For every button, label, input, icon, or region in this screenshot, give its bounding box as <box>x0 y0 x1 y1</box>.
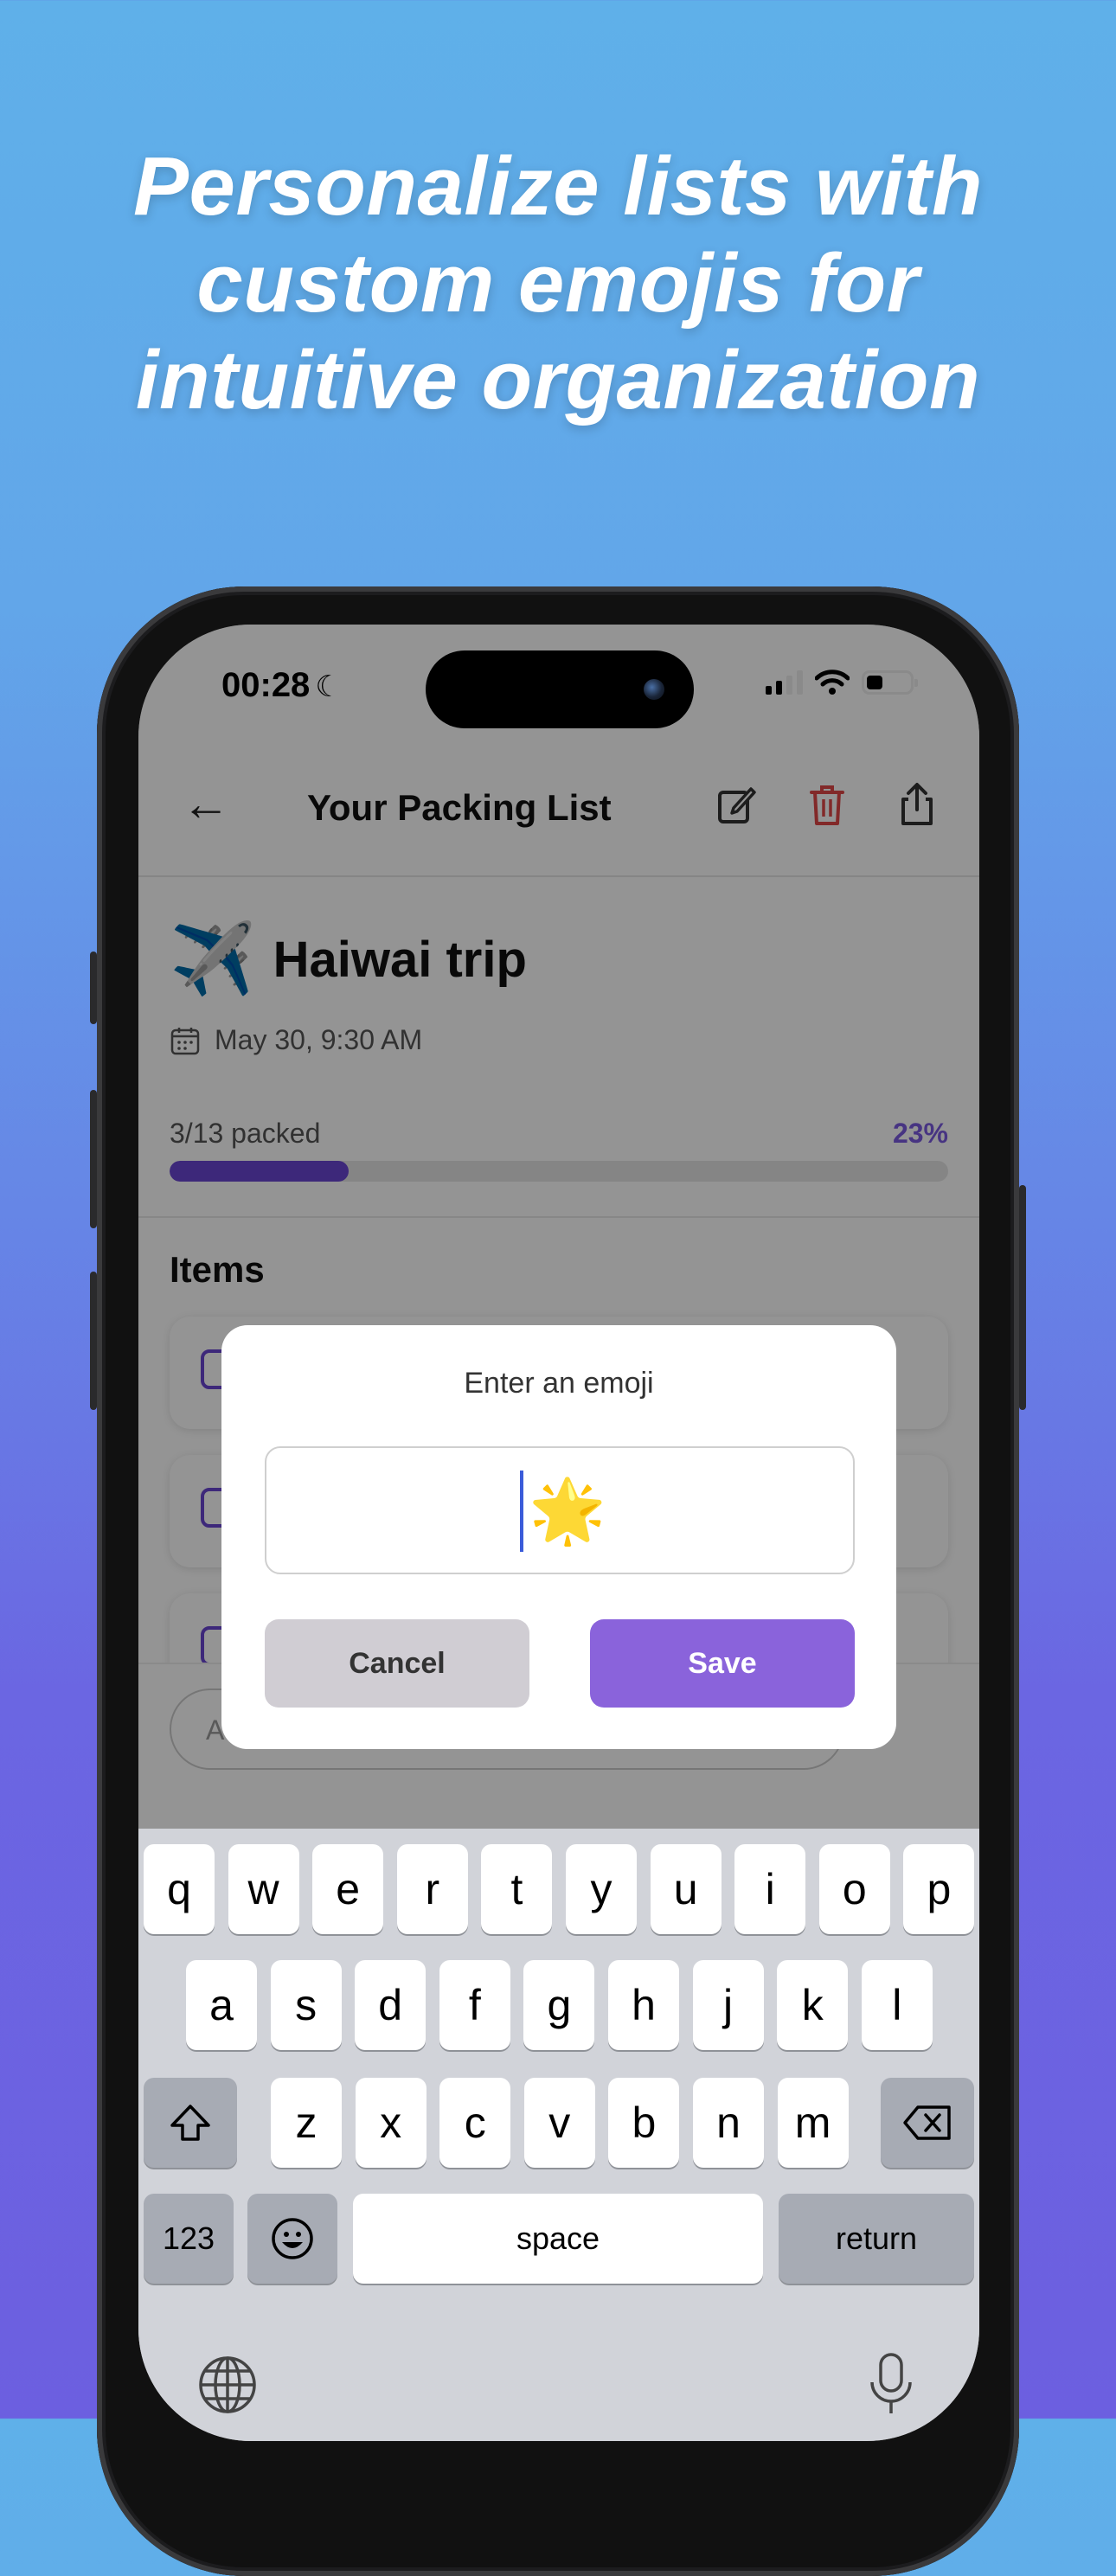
headline-line-2: custom emojis for <box>196 237 920 330</box>
key-u[interactable]: u <box>650 1844 722 1934</box>
headline-line-1: Personalize lists with <box>133 140 983 233</box>
globe-icon[interactable] <box>197 2355 258 2415</box>
key-r[interactable]: r <box>396 1844 468 1934</box>
key-c[interactable]: c <box>439 2078 511 2168</box>
action-button <box>90 952 97 1024</box>
key-w[interactable]: w <box>228 1844 299 1934</box>
status-time: 00:28 ☾ <box>221 666 342 705</box>
key-y[interactable]: y <box>566 1844 637 1934</box>
key-t[interactable]: t <box>481 1844 553 1934</box>
key-b[interactable]: b <box>608 2078 680 2168</box>
key-x[interactable]: x <box>355 2078 427 2168</box>
key-j[interactable]: j <box>692 1960 764 2050</box>
power-button <box>1019 1185 1026 1410</box>
key-q[interactable]: q <box>144 1844 215 1934</box>
key-m[interactable]: m <box>777 2078 849 2168</box>
emoji-dialog: Enter an emoji 🌟 Cancel Save <box>221 1325 896 1749</box>
emoji-input[interactable]: 🌟 <box>265 1446 855 1574</box>
key-s[interactable]: s <box>270 1960 342 2050</box>
microphone-icon[interactable] <box>867 2351 915 2419</box>
status-icons <box>766 670 918 695</box>
headline: Personalize lists with custom emojis for… <box>0 138 1116 429</box>
keyboard: 123 space return qwertyuiop asdfghjkl zxcv… <box>138 1829 979 2441</box>
key-a[interactable]: a <box>186 1960 257 2050</box>
key-z[interactable]: z <box>271 2078 342 2168</box>
shift-key[interactable] <box>144 2078 237 2168</box>
key-e[interactable]: e <box>312 1844 384 1934</box>
backspace-icon <box>903 2105 951 2140</box>
key-f[interactable]: f <box>439 1960 510 2050</box>
emoji-input-value: 🌟 <box>529 1477 606 1546</box>
backspace-key[interactable] <box>881 2078 974 2168</box>
phone-screen: 00:28 ☾ ← Your Packing List ✈️ Haiwai tr… <box>138 625 979 2441</box>
return-key[interactable]: return <box>779 2194 974 2284</box>
key-l[interactable]: l <box>861 1960 933 2050</box>
key-v[interactable]: v <box>523 2078 595 2168</box>
key-p[interactable]: p <box>903 1844 975 1934</box>
text-caret <box>520 1471 523 1552</box>
status-time-text: 00:28 <box>221 666 311 704</box>
space-key[interactable]: space <box>353 2194 763 2284</box>
shift-icon <box>170 2105 210 2141</box>
volume-down-button <box>90 1272 97 1410</box>
headline-line-3: intuitive organization <box>135 334 981 426</box>
key-k[interactable]: k <box>777 1960 849 2050</box>
key-g[interactable]: g <box>523 1960 595 2050</box>
dialog-title: Enter an emoji <box>464 1367 654 1400</box>
volume-up-button <box>90 1090 97 1228</box>
key-d[interactable]: d <box>355 1960 427 2050</box>
cellular-signal-icon <box>766 670 803 695</box>
save-button[interactable]: Save <box>590 1619 855 1708</box>
key-o[interactable]: o <box>818 1844 890 1934</box>
wifi-icon <box>815 670 850 695</box>
camera-icon <box>644 679 664 700</box>
emoji-key[interactable] <box>247 2194 337 2284</box>
dynamic-island <box>426 650 694 728</box>
key-h[interactable]: h <box>608 1960 679 2050</box>
moon-icon: ☾ <box>315 670 342 703</box>
numbers-key[interactable]: 123 <box>144 2194 234 2284</box>
key-n[interactable]: n <box>693 2078 764 2168</box>
emoji-face-icon <box>272 2218 313 2259</box>
key-i[interactable]: i <box>734 1844 806 1934</box>
battery-icon <box>862 670 918 695</box>
cancel-button[interactable]: Cancel <box>265 1619 529 1708</box>
